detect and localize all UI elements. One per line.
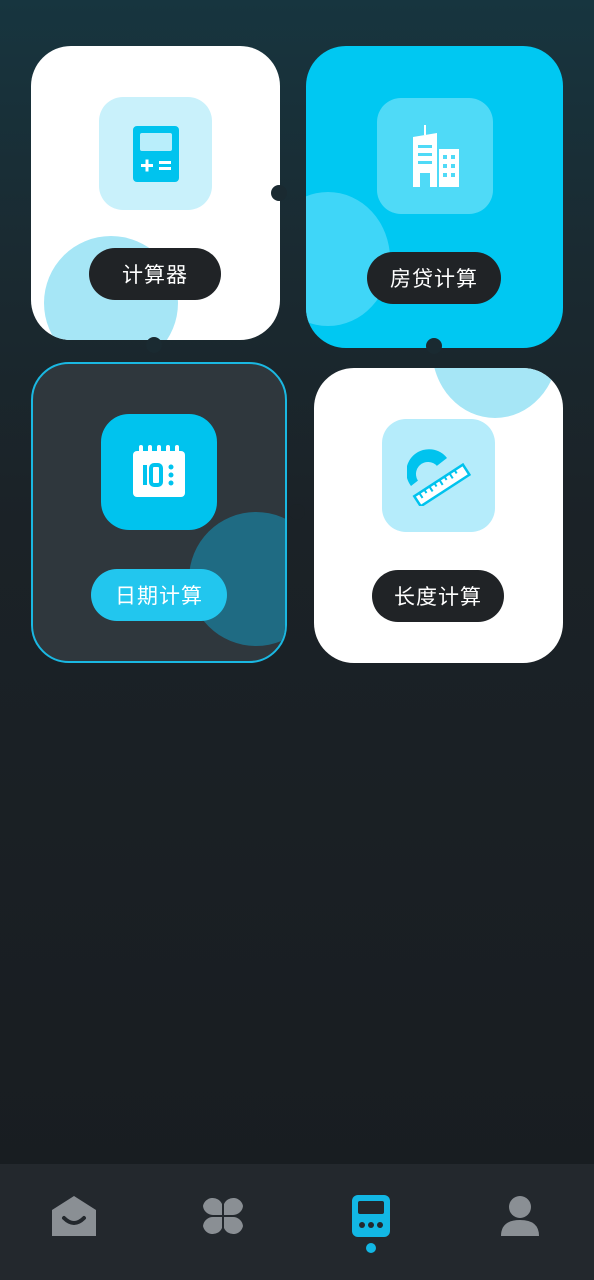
length-card[interactable]: 长度计算	[314, 368, 563, 663]
calculator-card[interactable]: 计算器	[31, 46, 280, 340]
ruler-protractor-icon	[406, 448, 471, 506]
decorative-blob	[432, 368, 558, 418]
calculator-tab-icon	[352, 1195, 390, 1237]
date-card[interactable]: 日期计算	[31, 362, 287, 663]
card-notch	[289, 504, 305, 520]
mortgage-label: 房贷计算	[367, 252, 501, 304]
buildings-icon-box	[377, 98, 493, 214]
apps-icon	[203, 1197, 243, 1235]
buildings-icon	[413, 125, 459, 187]
card-notch	[146, 337, 162, 353]
mortgage-card[interactable]: 房贷计算	[306, 46, 563, 348]
card-notch	[426, 338, 442, 354]
nav-calculator[interactable]	[341, 1186, 401, 1246]
ruler-icon-box	[382, 419, 495, 532]
active-indicator-dot	[366, 1243, 376, 1253]
nav-apps[interactable]	[193, 1186, 253, 1246]
calendar-icon-box	[101, 414, 217, 530]
home-icon	[52, 1196, 96, 1236]
length-label: 长度计算	[372, 570, 504, 622]
date-label: 日期计算	[91, 569, 227, 621]
card-notch	[271, 185, 287, 201]
calendar-icon	[133, 445, 185, 497]
calculator-icon-box	[99, 97, 212, 210]
nav-home[interactable]	[44, 1186, 104, 1246]
profile-icon	[501, 1196, 539, 1236]
calculator-label: 计算器	[89, 248, 221, 300]
calculator-icon	[132, 125, 179, 182]
bottom-nav	[0, 1164, 594, 1280]
nav-profile[interactable]	[490, 1186, 550, 1246]
